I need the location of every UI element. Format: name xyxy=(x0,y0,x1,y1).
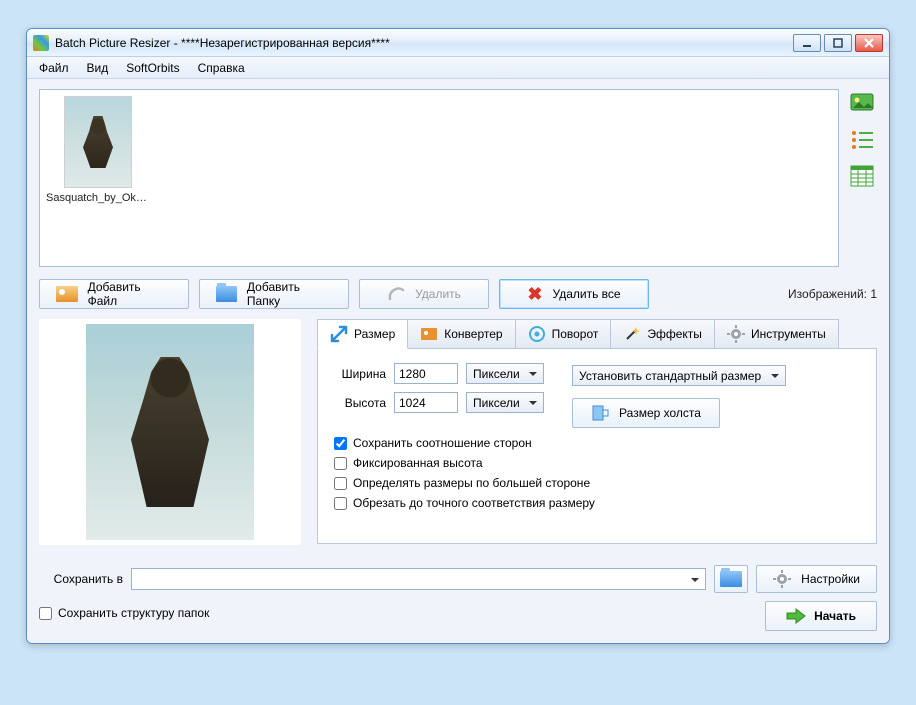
menu-file[interactable]: Файл xyxy=(31,59,77,77)
canvas-size-button[interactable]: Размер холста xyxy=(572,398,720,428)
menu-help[interactable]: Справка xyxy=(190,59,253,77)
settings-button[interactable]: Настройки xyxy=(756,565,877,593)
folder-icon xyxy=(720,571,742,587)
rotate-icon xyxy=(528,325,546,343)
x-icon: ✖ xyxy=(527,284,542,305)
app-icon xyxy=(33,35,49,51)
width-label: Ширина xyxy=(334,367,386,381)
arrow-right-icon xyxy=(786,608,806,624)
height-input[interactable] xyxy=(394,392,458,413)
app-window: Batch Picture Resizer - ****Незарегистри… xyxy=(26,28,890,644)
thumbnail-label: Sasquatch_by_Okmer... xyxy=(46,192,150,204)
thumbnail-item[interactable]: Sasquatch_by_Okmer... xyxy=(46,96,150,204)
view-thumbnails-icon[interactable] xyxy=(850,93,874,115)
canvas-icon xyxy=(591,404,609,422)
standard-size-select[interactable]: Установить стандартный размер xyxy=(572,365,786,386)
tab-tools[interactable]: Инструменты xyxy=(714,319,839,349)
maximize-button[interactable] xyxy=(824,34,852,52)
window-title: Batch Picture Resizer - ****Незарегистри… xyxy=(55,36,793,50)
crop-exact-checkbox[interactable]: Обрезать до точного соответствия размеру xyxy=(334,496,860,510)
tab-size[interactable]: Размер xyxy=(317,319,408,349)
delete-button[interactable]: Удалить xyxy=(359,279,489,309)
start-button[interactable]: Начать xyxy=(765,601,877,631)
keep-folder-structure-checkbox[interactable]: Сохранить структуру папок xyxy=(39,606,209,620)
converter-icon xyxy=(420,325,438,343)
keep-ratio-checkbox[interactable]: Сохранить соотношение сторон xyxy=(334,436,860,450)
image-count: Изображений: 1 xyxy=(788,287,877,301)
tab-converter[interactable]: Конвертер xyxy=(407,319,515,349)
save-to-label: Сохранить в xyxy=(39,572,123,586)
height-label: Высота xyxy=(334,396,386,410)
fixed-height-checkbox[interactable]: Фиксированная высота xyxy=(334,456,860,470)
titlebar: Batch Picture Resizer - ****Незарегистри… xyxy=(27,29,889,57)
tab-rotate[interactable]: Поворот xyxy=(515,319,612,349)
view-details-icon[interactable] xyxy=(850,165,874,187)
close-button[interactable] xyxy=(855,34,883,52)
add-folder-button[interactable]: Добавить Папку xyxy=(199,279,349,309)
tabstrip: Размер Конвертер Поворот Эффекты xyxy=(317,319,877,349)
delete-icon xyxy=(387,285,405,303)
gear-icon xyxy=(773,570,791,588)
preview-pane xyxy=(39,319,301,545)
menu-softorbits[interactable]: SoftOrbits xyxy=(118,59,187,77)
image-icon xyxy=(56,286,78,302)
menubar: Файл Вид SoftOrbits Справка xyxy=(27,57,889,79)
resize-icon xyxy=(330,325,348,343)
minimize-button[interactable] xyxy=(793,34,821,52)
thumbnail-image xyxy=(64,96,132,188)
height-unit-select[interactable]: Пиксели xyxy=(466,392,544,413)
add-file-button[interactable]: Добавить Файл xyxy=(39,279,189,309)
width-unit-select[interactable]: Пиксели xyxy=(466,363,544,384)
tab-effects[interactable]: Эффекты xyxy=(610,319,715,349)
delete-all-button[interactable]: ✖ Удалить все xyxy=(499,279,649,309)
width-input[interactable] xyxy=(394,363,458,384)
by-larger-side-checkbox[interactable]: Определять размеры по большей стороне xyxy=(334,476,860,490)
browse-folder-button[interactable] xyxy=(714,565,748,593)
tab-panel-size: Ширина Пиксели Высота Пиксели Уст xyxy=(317,348,877,544)
thumbnail-list[interactable]: Sasquatch_by_Okmer... xyxy=(39,89,839,267)
save-path-select[interactable] xyxy=(131,568,706,590)
gear-icon xyxy=(727,325,745,343)
menu-view[interactable]: Вид xyxy=(79,59,117,77)
folder-icon xyxy=(216,286,237,302)
wand-icon xyxy=(623,325,641,343)
preview-image xyxy=(86,324,254,540)
view-list-icon[interactable] xyxy=(850,129,874,151)
